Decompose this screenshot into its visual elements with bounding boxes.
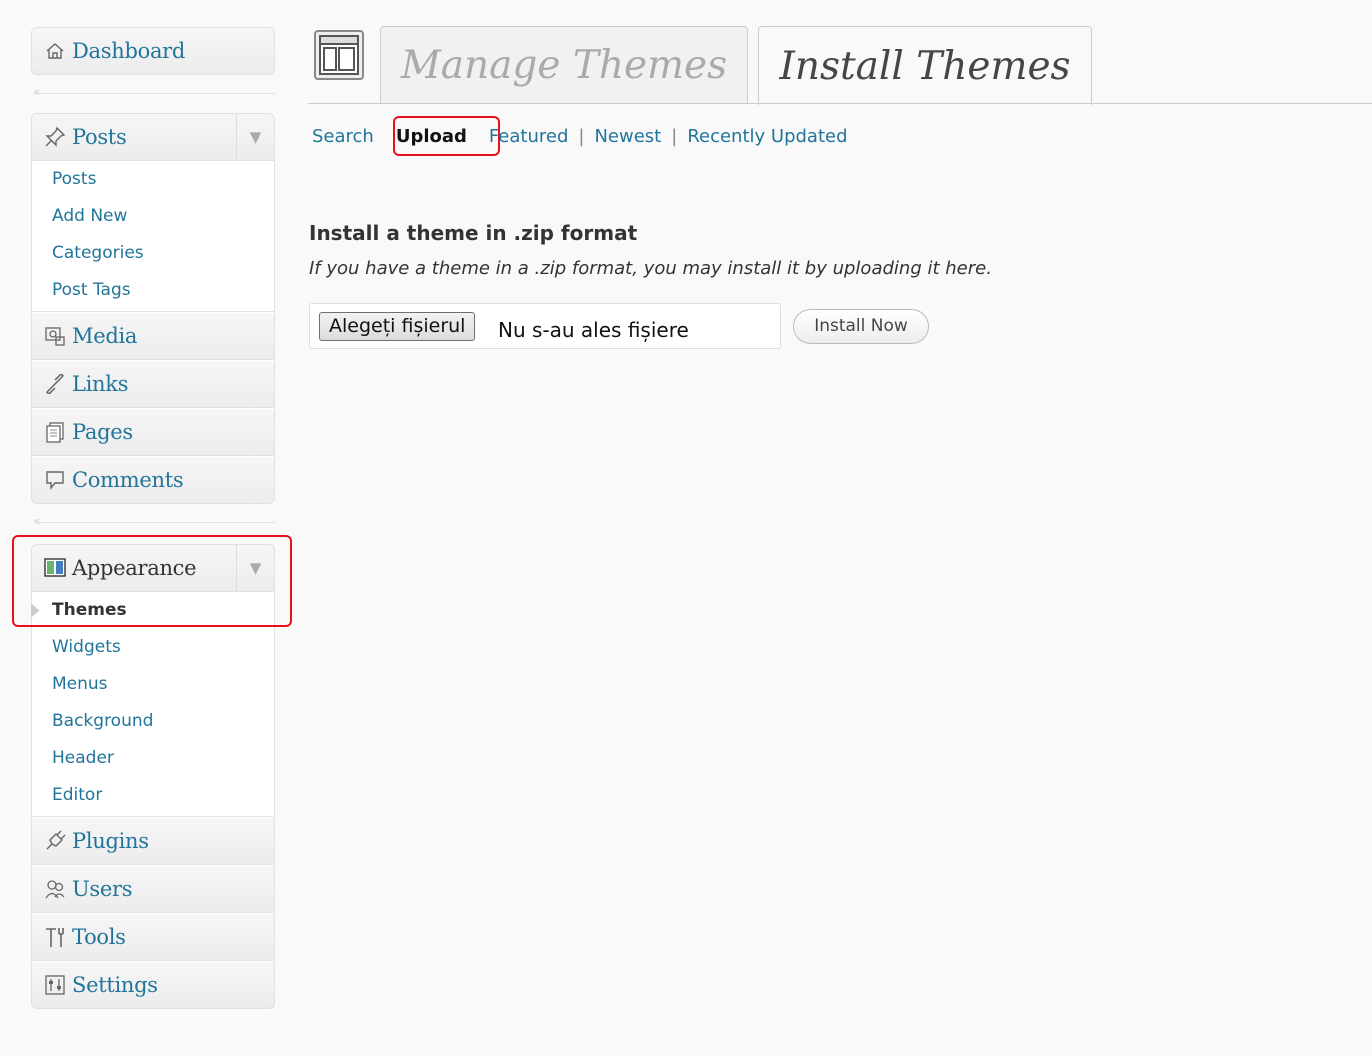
users-icon	[42, 877, 68, 901]
tools-icon	[42, 925, 68, 949]
menu-appearance[interactable]: Appearance ▼	[31, 544, 275, 592]
menu-comments[interactable]: Comments	[31, 456, 275, 504]
menu-pages-label: Pages	[72, 420, 133, 444]
menu-settings[interactable]: Settings	[31, 961, 275, 1009]
install-now-button[interactable]: Install Now	[793, 309, 929, 344]
submenu-widgets[interactable]: Widgets	[32, 629, 274, 666]
submenu-background[interactable]: Background	[32, 703, 274, 740]
appearance-icon	[42, 556, 68, 580]
menu-links-label: Links	[72, 372, 129, 396]
subnav-featured[interactable]: Featured	[489, 126, 568, 147]
posts-toggle-arrow-icon[interactable]: ▼	[236, 114, 274, 160]
file-status-text: Nu s-au ales fișiere	[498, 318, 689, 342]
menu-users-label: Users	[72, 877, 133, 901]
menu-group-content: Posts ▼ Posts Add New Categories Post Ta…	[31, 113, 275, 504]
collapse-arrows-icon: «	[33, 85, 41, 99]
menu-users[interactable]: Users	[31, 865, 275, 913]
themes-screen-icon	[314, 30, 364, 80]
subnav-search[interactable]: Search	[312, 126, 374, 147]
menu-separator-2[interactable]: «	[31, 504, 275, 544]
menu-media[interactable]: Media	[31, 312, 275, 360]
chain-link-icon	[42, 372, 68, 396]
subnav-separator: |	[578, 125, 585, 147]
submenu-add-new[interactable]: Add New	[32, 198, 274, 235]
collapse-arrows-icon: «	[33, 514, 41, 528]
menu-links[interactable]: Links	[31, 360, 275, 408]
submenu-header[interactable]: Header	[32, 740, 274, 777]
install-subnav: Search Upload Featured | Newest | Recent…	[312, 122, 848, 150]
submenu-menus[interactable]: Menus	[32, 666, 274, 703]
menu-posts-label: Posts	[72, 125, 127, 149]
section-heading: Install a theme in .zip format	[309, 221, 638, 245]
menu-group-admin: Appearance ▼ Themes Widgets Menus Backgr…	[31, 544, 275, 1009]
file-upload-field: Alegeți fișierul Nu s-au ales fișiere	[309, 303, 781, 349]
menu-settings-label: Settings	[72, 973, 158, 997]
menu-media-label: Media	[72, 324, 138, 348]
tab-manage-themes[interactable]: Manage Themes	[380, 26, 748, 104]
admin-menu: Dashboard « Posts ▼ Posts Add New Catego…	[31, 27, 275, 1009]
menu-appearance-label: Appearance	[72, 556, 197, 580]
subnav-separator: |	[671, 125, 678, 147]
choose-file-button[interactable]: Alegeți fișierul	[319, 312, 476, 341]
appearance-toggle-arrow-icon[interactable]: ▼	[236, 545, 274, 591]
menu-tools[interactable]: Tools	[31, 913, 275, 961]
menu-separator[interactable]: «	[31, 75, 275, 113]
subnav-newest[interactable]: Newest	[594, 126, 661, 147]
tab-install-themes[interactable]: Install Themes	[758, 26, 1092, 105]
media-icon	[42, 324, 68, 348]
menu-dashboard[interactable]: Dashboard	[31, 27, 275, 75]
subnav-upload[interactable]: Upload	[396, 126, 467, 147]
menu-posts[interactable]: Posts ▼	[31, 113, 275, 161]
menu-tools-label: Tools	[72, 925, 126, 949]
plug-icon	[42, 829, 68, 853]
submenu-post-tags[interactable]: Post Tags	[32, 272, 274, 309]
pushpin-icon	[42, 125, 68, 149]
home-icon	[42, 39, 68, 63]
settings-sliders-icon	[42, 973, 68, 997]
page-header: Manage Themes Install Themes	[308, 24, 1372, 105]
submenu-themes[interactable]: Themes	[32, 592, 274, 629]
menu-pages[interactable]: Pages	[31, 408, 275, 456]
submenu-posts[interactable]: Posts	[32, 161, 274, 198]
upload-theme-section: Install a theme in .zip format If you ha…	[309, 218, 1309, 349]
menu-dashboard-label: Dashboard	[72, 39, 186, 63]
menu-plugins[interactable]: Plugins	[31, 817, 275, 865]
pages-icon	[42, 420, 68, 444]
posts-submenu: Posts Add New Categories Post Tags	[31, 161, 275, 312]
appearance-submenu: Themes Widgets Menus Background Header E…	[31, 592, 275, 817]
menu-comments-label: Comments	[72, 468, 184, 492]
menu-plugins-label: Plugins	[72, 829, 149, 853]
subnav-recently-updated[interactable]: Recently Updated	[687, 126, 847, 147]
submenu-categories[interactable]: Categories	[32, 235, 274, 272]
section-description: If you have a theme in a .zip format, yo…	[309, 258, 992, 279]
submenu-editor[interactable]: Editor	[32, 777, 274, 814]
speech-bubble-icon	[42, 468, 68, 492]
